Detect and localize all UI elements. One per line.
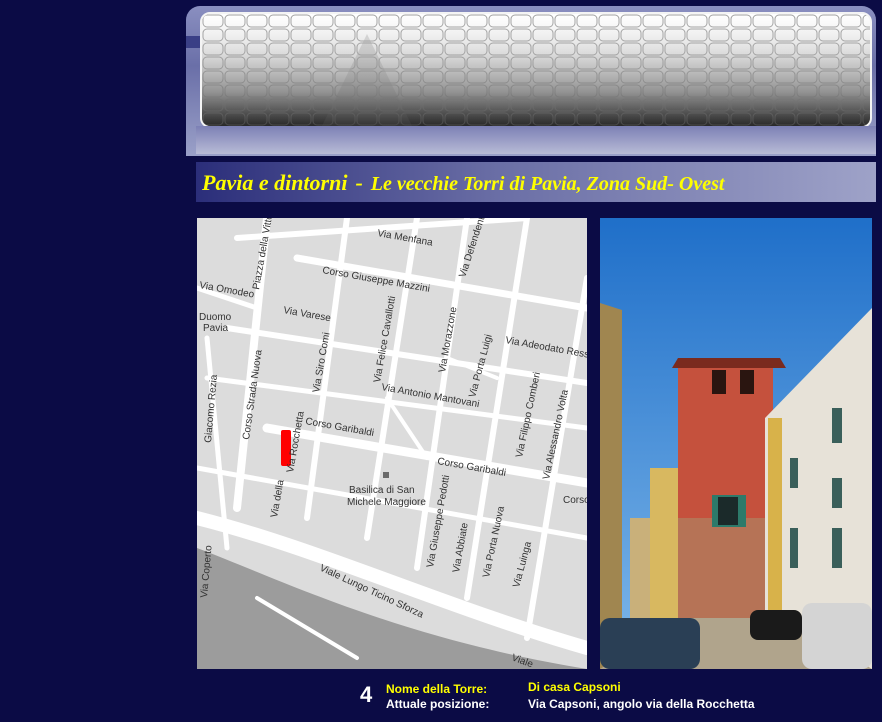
- street-map: Via Menfana Corso Giuseppe Mazzini Via D…: [197, 218, 587, 669]
- title-bar: Pavia e dintorni - Le vecchie Torri di Pav…: [196, 162, 876, 202]
- title-separator: -: [355, 170, 363, 195]
- tower-photo: [600, 218, 872, 669]
- cobblestone-pattern: [202, 14, 870, 126]
- car: [750, 610, 802, 640]
- tower-name-label: Nome della Torre:: [386, 682, 488, 696]
- banner-tab: [186, 36, 200, 48]
- tower-name-value: Di casa Capsoni: [528, 680, 621, 694]
- map-label: Michele Maggiore: [347, 497, 426, 508]
- map-label: Basilica di San: [349, 485, 415, 496]
- map-label: Duomo: [199, 312, 232, 323]
- page-subtitle: Le vecchie Torri di Pavia, Zona Sud- Ove…: [370, 173, 725, 195]
- map-label: Corso: [563, 495, 587, 506]
- map-graphic: Via Menfana Corso Giuseppe Mazzini Via D…: [197, 218, 587, 669]
- car: [802, 603, 872, 669]
- site-title: Pavia e dintorni: [202, 170, 348, 195]
- map-label: Pavia: [203, 323, 228, 334]
- tower-number: 4: [360, 682, 373, 707]
- basilica-marker: [383, 472, 389, 478]
- header-banner-image: [200, 12, 872, 128]
- tower-position-value: Via Capsoni, angolo via della Rocchetta: [528, 697, 755, 711]
- tower-position-label: Attuale posizione:: [386, 697, 490, 711]
- car: [600, 618, 700, 669]
- banner-bottom-strip: [196, 126, 876, 154]
- tower-photo-graphic: [600, 218, 872, 669]
- page-title: Pavia e dintorni - Le vecchie Torri di Pav…: [202, 170, 724, 196]
